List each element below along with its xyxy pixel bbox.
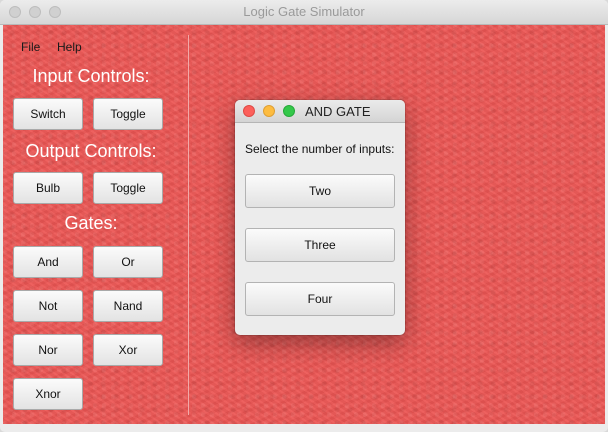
dialog-prompt: Select the number of inputs: bbox=[245, 142, 395, 156]
menu-file[interactable]: File bbox=[21, 40, 40, 54]
main-window: Logic Gate Simulator File Help Input Con… bbox=[0, 0, 608, 432]
output-toggle-button[interactable]: Toggle bbox=[93, 172, 163, 204]
or-gate-button[interactable]: Or bbox=[93, 246, 163, 278]
gates-heading: Gates: bbox=[64, 213, 118, 233]
sidebar-divider bbox=[188, 35, 189, 415]
dialog-close-button[interactable] bbox=[243, 105, 255, 117]
switch-button[interactable]: Switch bbox=[13, 98, 83, 130]
three-inputs-button[interactable]: Three bbox=[245, 228, 395, 262]
title-bar: Logic Gate Simulator bbox=[0, 0, 608, 25]
dialog-title: AND GATE bbox=[305, 104, 371, 119]
and-gate-button[interactable]: And bbox=[13, 246, 83, 278]
dialog-title-bar[interactable]: AND GATE bbox=[235, 100, 405, 123]
menu-help[interactable]: Help bbox=[57, 40, 82, 54]
input-toggle-button[interactable]: Toggle bbox=[93, 98, 163, 130]
window-title: Logic Gate Simulator bbox=[243, 4, 365, 19]
output-controls-heading: Output Controls: bbox=[25, 141, 157, 161]
and-gate-dialog: AND GATE Select the number of inputs: Tw… bbox=[235, 100, 405, 335]
xor-gate-button[interactable]: Xor bbox=[93, 334, 163, 366]
nor-gate-button[interactable]: Nor bbox=[13, 334, 83, 366]
two-inputs-button[interactable]: Two bbox=[245, 174, 395, 208]
four-inputs-button[interactable]: Four bbox=[245, 282, 395, 316]
xnor-gate-button[interactable]: Xnor bbox=[13, 378, 83, 410]
bulb-button[interactable]: Bulb bbox=[13, 172, 83, 204]
dialog-minimize-button[interactable] bbox=[263, 105, 275, 117]
dialog-maximize-button[interactable] bbox=[283, 105, 295, 117]
not-gate-button[interactable]: Not bbox=[13, 290, 83, 322]
input-controls-heading: Input Controls: bbox=[32, 66, 150, 86]
nand-gate-button[interactable]: Nand bbox=[93, 290, 163, 322]
